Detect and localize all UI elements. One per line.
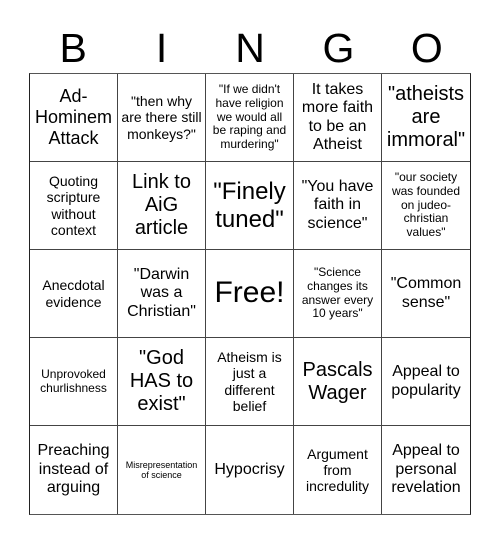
bingo-board: Ad-Hominem Attack "then why are there sti… bbox=[29, 73, 471, 515]
bingo-cell-n5[interactable]: Hypocrisy bbox=[206, 426, 294, 514]
bingo-cell-b1[interactable]: Ad-Hominem Attack bbox=[30, 74, 118, 162]
cell-text: Anecdotal evidence bbox=[42, 277, 105, 310]
cell-text: Appeal to popularity bbox=[391, 363, 461, 399]
cell-text: It takes more faith to be an Atheist bbox=[301, 80, 374, 153]
cell-text: "Common sense" bbox=[390, 275, 462, 311]
cell-text: "Darwin was a Christian" bbox=[127, 265, 196, 320]
cell-text: Link to AiG article bbox=[132, 171, 191, 239]
bingo-cell-i5[interactable]: Misrepresentation of science bbox=[118, 426, 206, 514]
header-letter-n: N bbox=[235, 25, 265, 71]
bingo-cell-o1[interactable]: "atheists are immoral" bbox=[382, 74, 470, 162]
cell-text: Hypocrisy bbox=[214, 460, 285, 478]
bingo-cell-i2[interactable]: Link to AiG article bbox=[118, 162, 206, 250]
cell-text: Appeal to personal revelation bbox=[391, 442, 461, 497]
cell-text: "atheists are immoral" bbox=[386, 83, 466, 151]
cell-text: Unprovoked churlishness bbox=[40, 366, 107, 395]
bingo-cell-n1[interactable]: "If we didn't have religion we would all… bbox=[206, 74, 294, 162]
cell-text: "If we didn't have religion we would all… bbox=[212, 82, 287, 152]
bingo-cell-g4[interactable]: Pascals Wager bbox=[294, 338, 382, 426]
bingo-cell-o5[interactable]: Appeal to personal revelation bbox=[382, 426, 470, 514]
bingo-cell-i4[interactable]: "God HAS to exist" bbox=[118, 338, 206, 426]
cell-text: Misrepresentation of science bbox=[125, 459, 198, 480]
bingo-cell-o2[interactable]: "our society was founded on judeo-christ… bbox=[382, 162, 470, 250]
bingo-cell-n4[interactable]: Atheism is just a different belief bbox=[206, 338, 294, 426]
bingo-cell-o3[interactable]: "Common sense" bbox=[382, 250, 470, 338]
header-letter-g: G bbox=[322, 25, 355, 71]
cell-text: Pascals Wager bbox=[302, 358, 373, 404]
cell-text: Atheism is just a different belief bbox=[217, 349, 282, 414]
cell-text: Quoting scripture without context bbox=[46, 173, 101, 238]
bingo-cell-g5[interactable]: Argument from incredulity bbox=[294, 426, 382, 514]
cell-text: "Finely tuned" bbox=[213, 177, 286, 233]
header-letter-b: B bbox=[59, 25, 87, 71]
free-space-cell[interactable]: Free! bbox=[206, 250, 294, 338]
bingo-cell-b3[interactable]: Anecdotal evidence bbox=[30, 250, 118, 338]
cell-text: "then why are there still monkeys?" bbox=[121, 93, 202, 142]
cell-text: "our society was founded on judeo-christ… bbox=[391, 170, 461, 240]
bingo-cell-b4[interactable]: Unprovoked churlishness bbox=[30, 338, 118, 426]
header-letter-i: I bbox=[155, 25, 168, 71]
cell-text: Argument from incredulity bbox=[305, 445, 370, 495]
bingo-cell-g3[interactable]: "Science changes its answer every 10 yea… bbox=[294, 250, 382, 338]
cell-text: Ad-Hominem Attack bbox=[34, 86, 113, 148]
bingo-cell-b2[interactable]: Quoting scripture without context bbox=[30, 162, 118, 250]
cell-text: "Science changes its answer every 10 yea… bbox=[301, 264, 374, 321]
bingo-cell-i1[interactable]: "then why are there still monkeys?" bbox=[118, 74, 206, 162]
bingo-cell-n2[interactable]: "Finely tuned" bbox=[206, 162, 294, 250]
cell-text: Preaching instead of arguing bbox=[37, 442, 110, 497]
bingo-cell-g2[interactable]: "You have faith in science" bbox=[294, 162, 382, 250]
bingo-cell-o4[interactable]: Appeal to popularity bbox=[382, 338, 470, 426]
bingo-cell-b5[interactable]: Preaching instead of arguing bbox=[30, 426, 118, 514]
header-letter-o: O bbox=[410, 25, 443, 71]
bingo-cell-i3[interactable]: "Darwin was a Christian" bbox=[118, 250, 206, 338]
bingo-header: B I N G O bbox=[29, 22, 471, 74]
bingo-cell-g1[interactable]: It takes more faith to be an Atheist bbox=[294, 74, 382, 162]
cell-text: "You have faith in science" bbox=[301, 177, 374, 232]
cell-text: "God HAS to exist" bbox=[129, 347, 194, 415]
free-space-label: Free! bbox=[214, 276, 285, 310]
